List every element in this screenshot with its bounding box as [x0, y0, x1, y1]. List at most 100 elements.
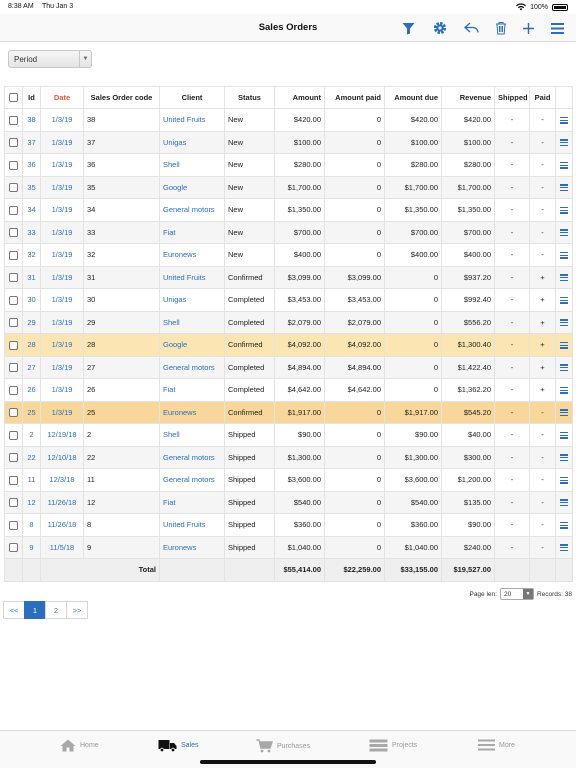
select-all-checkbox[interactable] — [4, 86, 23, 109]
cell-date[interactable]: 12/10/18 — [40, 445, 84, 469]
cell-id[interactable]: 35 — [22, 175, 41, 199]
cell-id[interactable]: 37 — [22, 130, 41, 154]
row-menu-icon[interactable] — [555, 265, 573, 289]
column-header-client[interactable]: Client — [159, 86, 225, 109]
row-menu-icon[interactable] — [555, 513, 573, 537]
cell-id[interactable]: 25 — [22, 400, 41, 424]
row-checkbox[interactable] — [4, 175, 23, 199]
table-row[interactable]: 35 1/3/19 35 Google New $1,700.00 0 $1,700.00 $1… — [4, 175, 573, 199]
pagination-first[interactable]: << — [3, 601, 25, 619]
cell-client[interactable]: General motors — [159, 445, 225, 469]
hamburger-menu-icon[interactable] — [549, 20, 565, 36]
pagination-last[interactable]: >> — [66, 601, 88, 619]
tab-projects[interactable]: Projects — [369, 739, 417, 752]
cell-date[interactable]: 1/3/19 — [40, 198, 84, 222]
table-row[interactable]: 37 1/3/19 37 Unigas New $100.00 0 $100.00 $100.0… — [4, 130, 573, 154]
cell-client[interactable]: Shell — [159, 310, 225, 334]
cell-client[interactable]: General motors — [159, 198, 225, 222]
row-checkbox[interactable] — [4, 153, 23, 177]
cell-date[interactable]: 1/3/19 — [40, 378, 84, 402]
table-row[interactable]: 27 1/3/19 27 General motors Completed $4,894.… — [4, 355, 573, 379]
row-menu-icon[interactable] — [555, 423, 573, 447]
table-row[interactable]: 9 11/5/18 9 Euronews Shipped $1,040.00 0 $1,040… — [4, 535, 573, 559]
row-checkbox[interactable] — [4, 445, 23, 469]
period-select[interactable]: Period ▼ — [8, 50, 92, 68]
table-row[interactable]: 30 1/3/19 30 Unigas Completed $3,453.00 $3,453… — [4, 288, 573, 312]
cell-date[interactable]: 1/3/19 — [40, 400, 84, 424]
row-checkbox[interactable] — [4, 130, 23, 154]
cell-date[interactable]: 11/26/18 — [40, 490, 84, 514]
back-arrow-icon[interactable] — [463, 20, 479, 36]
cell-id[interactable]: 12 — [22, 490, 41, 514]
filter-icon[interactable] — [400, 20, 416, 36]
row-menu-icon[interactable] — [555, 130, 573, 154]
row-checkbox[interactable] — [4, 265, 23, 289]
row-menu-icon[interactable] — [555, 198, 573, 222]
cell-client[interactable]: United Fruits — [159, 513, 225, 537]
row-menu-icon[interactable] — [555, 310, 573, 334]
cell-id[interactable]: 2 — [22, 423, 41, 447]
row-menu-icon[interactable] — [555, 355, 573, 379]
cell-id[interactable]: 31 — [22, 265, 41, 289]
row-checkbox[interactable] — [4, 198, 23, 222]
table-row[interactable]: 34 1/3/19 34 General motors New $1,350.00 0 $1,… — [4, 198, 573, 222]
cell-client[interactable]: United Fruits — [159, 265, 225, 289]
row-checkbox[interactable] — [4, 333, 23, 357]
cell-client[interactable]: Fiat — [159, 220, 225, 244]
table-row[interactable]: 28 1/3/19 28 Google Confirmed $4,092.00 $4,092… — [4, 333, 573, 357]
column-header-amount-due[interactable]: Amount due — [384, 86, 442, 109]
row-checkbox[interactable] — [4, 535, 23, 559]
row-checkbox[interactable] — [4, 400, 23, 424]
cell-id[interactable]: 29 — [22, 310, 41, 334]
cell-date[interactable]: 1/3/19 — [40, 130, 84, 154]
cell-client[interactable]: Shell — [159, 423, 225, 447]
page-length-select[interactable]: 20 ▼ — [499, 588, 534, 600]
row-checkbox[interactable] — [4, 220, 23, 244]
cell-date[interactable]: 1/3/19 — [40, 310, 84, 334]
cell-date[interactable]: 1/3/19 — [40, 288, 84, 312]
row-menu-icon[interactable] — [555, 490, 573, 514]
cell-date[interactable]: 1/3/19 — [40, 108, 84, 132]
cell-client[interactable]: Euronews — [159, 243, 225, 267]
cell-client[interactable]: General motors — [159, 355, 225, 379]
cell-client[interactable]: Fiat — [159, 378, 225, 402]
cell-client[interactable]: Unigas — [159, 288, 225, 312]
column-header-revenue[interactable]: Revenue — [441, 86, 495, 109]
row-menu-icon[interactable] — [555, 535, 573, 559]
table-row[interactable]: 2 12/19/18 2 Shell Shipped $90.00 0 $90.00 $40.0… — [4, 423, 573, 447]
cell-id[interactable]: 8 — [22, 513, 41, 537]
row-checkbox[interactable] — [4, 108, 23, 132]
row-checkbox[interactable] — [4, 243, 23, 267]
table-row[interactable]: 36 1/3/19 36 Shell New $280.00 0 $280.00 $280.00… — [4, 153, 573, 177]
cell-date[interactable]: 11/26/18 — [40, 513, 84, 537]
table-row[interactable]: 31 1/3/19 31 United Fruits Confirmed $3,099.0… — [4, 265, 573, 289]
column-header-paid[interactable]: Paid — [529, 86, 556, 109]
cell-client[interactable]: Shell — [159, 153, 225, 177]
tab-sales[interactable]: Sales — [158, 739, 199, 752]
cell-date[interactable]: 12/3/18 — [40, 468, 84, 492]
cell-id[interactable]: 27 — [22, 355, 41, 379]
tab-more[interactable]: More — [478, 739, 515, 751]
cell-id[interactable]: 32 — [22, 243, 41, 267]
cell-client[interactable]: United Fruits — [159, 108, 225, 132]
tab-purchases[interactable]: Purchases — [256, 739, 310, 753]
cell-id[interactable]: 9 — [22, 535, 41, 559]
row-checkbox[interactable] — [4, 378, 23, 402]
table-row[interactable]: 38 1/3/19 38 United Fruits New $420.00 0 $420.0… — [4, 108, 573, 132]
cell-date[interactable]: 1/3/19 — [40, 175, 84, 199]
table-row[interactable]: 32 1/3/19 32 Euronews New $400.00 0 $400.00 $400… — [4, 243, 573, 267]
cell-id[interactable]: 30 — [22, 288, 41, 312]
table-row[interactable]: 12 11/26/18 12 Fiat Shipped $540.00 0 $540.00 $1… — [4, 490, 573, 514]
cell-id[interactable]: 34 — [22, 198, 41, 222]
column-header-id[interactable]: Id — [22, 86, 41, 109]
table-row[interactable]: 22 12/10/18 22 General motors Shipped $1,300.… — [4, 445, 573, 469]
table-row[interactable]: 26 1/3/19 26 Fiat Completed $4,642.00 $4,642.0… — [4, 378, 573, 402]
cell-client[interactable]: Google — [159, 175, 225, 199]
cell-id[interactable]: 33 — [22, 220, 41, 244]
row-checkbox[interactable] — [4, 288, 23, 312]
cell-date[interactable]: 11/5/18 — [40, 535, 84, 559]
cell-client[interactable]: General motors — [159, 468, 225, 492]
cell-date[interactable]: 1/3/19 — [40, 220, 84, 244]
cell-id[interactable]: 28 — [22, 333, 41, 357]
column-header-status[interactable]: Status — [224, 86, 275, 109]
